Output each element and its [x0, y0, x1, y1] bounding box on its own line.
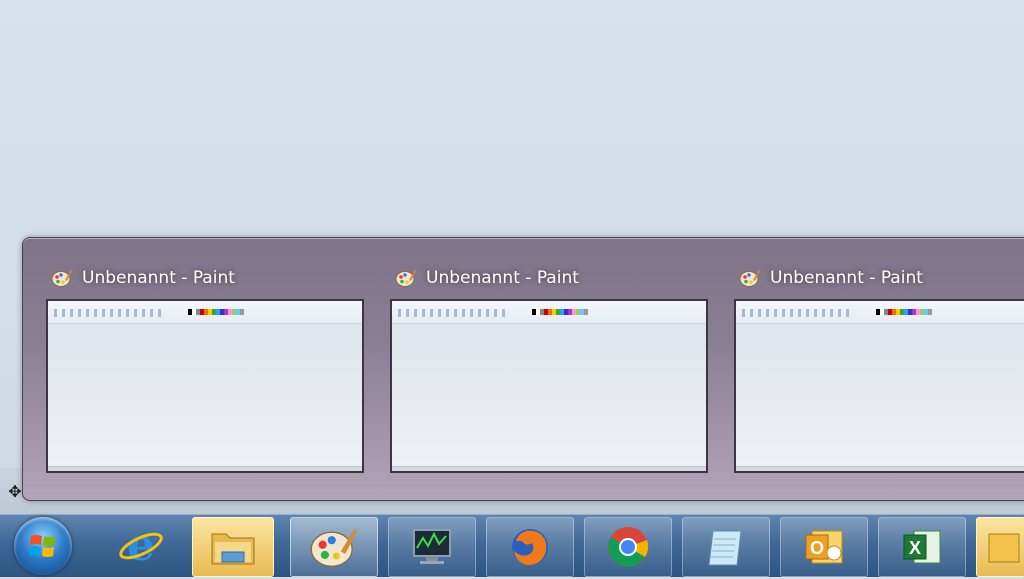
svg-text:e: e [127, 522, 155, 570]
taskbar-task-manager[interactable] [388, 517, 476, 577]
taskbar-windows-explorer[interactable] [192, 517, 274, 577]
paint-icon [310, 528, 357, 567]
thumbnail-preview-flyout: Unbenannt - Paint Unbenannt - Paint Unbe… [22, 237, 1024, 501]
taskbar: e O X [0, 514, 1024, 577]
paint-icon [395, 270, 416, 287]
paint-icon [739, 270, 760, 287]
thumbnail-title: Unbenannt - Paint [426, 268, 579, 288]
taskbar-overflow-app[interactable] [976, 517, 1024, 577]
taskbar-notepad[interactable] [682, 517, 770, 577]
excel-icon: X [903, 530, 941, 564]
taskbar-internet-explorer[interactable]: e [98, 517, 184, 575]
taskbar-firefox[interactable] [486, 517, 574, 577]
monitor-icon [413, 529, 451, 564]
thumbnail-title-bar: Unbenannt - Paint [734, 263, 1024, 293]
folder-icon [211, 533, 255, 565]
thumbnail-window-3[interactable]: Unbenannt - Paint [734, 263, 1024, 473]
thumbnail-window-1[interactable]: Unbenannt - Paint [46, 263, 364, 473]
thumbnail-window-2[interactable]: Unbenannt - Paint [390, 263, 708, 473]
windows-logo-icon [29, 535, 55, 557]
taskbar-outlook[interactable]: O [780, 517, 868, 577]
window-preview [390, 299, 708, 473]
thumbnail-title: Unbenannt - Paint [82, 268, 235, 288]
thumbnail-title: Unbenannt - Paint [770, 268, 923, 288]
thumbnail-title-bar: Unbenannt - Paint [46, 263, 364, 293]
chrome-icon [608, 527, 649, 567]
window-preview [734, 299, 1024, 473]
window-preview [46, 299, 364, 473]
thumbnail-title-bar: Unbenannt - Paint [390, 263, 708, 293]
taskbar-paint[interactable] [290, 517, 378, 577]
internet-explorer-icon: e [119, 522, 163, 570]
taskbar-excel[interactable]: X [878, 517, 966, 577]
start-button[interactable] [14, 517, 72, 575]
outlook-icon: O [805, 530, 843, 564]
paint-icon [51, 270, 72, 287]
svg-text:X: X [909, 538, 921, 558]
notepad-icon [708, 530, 742, 566]
taskbar-chrome[interactable] [584, 517, 672, 577]
firefox-icon [512, 529, 548, 565]
svg-text:O: O [810, 538, 824, 558]
app-icon [988, 533, 1020, 563]
